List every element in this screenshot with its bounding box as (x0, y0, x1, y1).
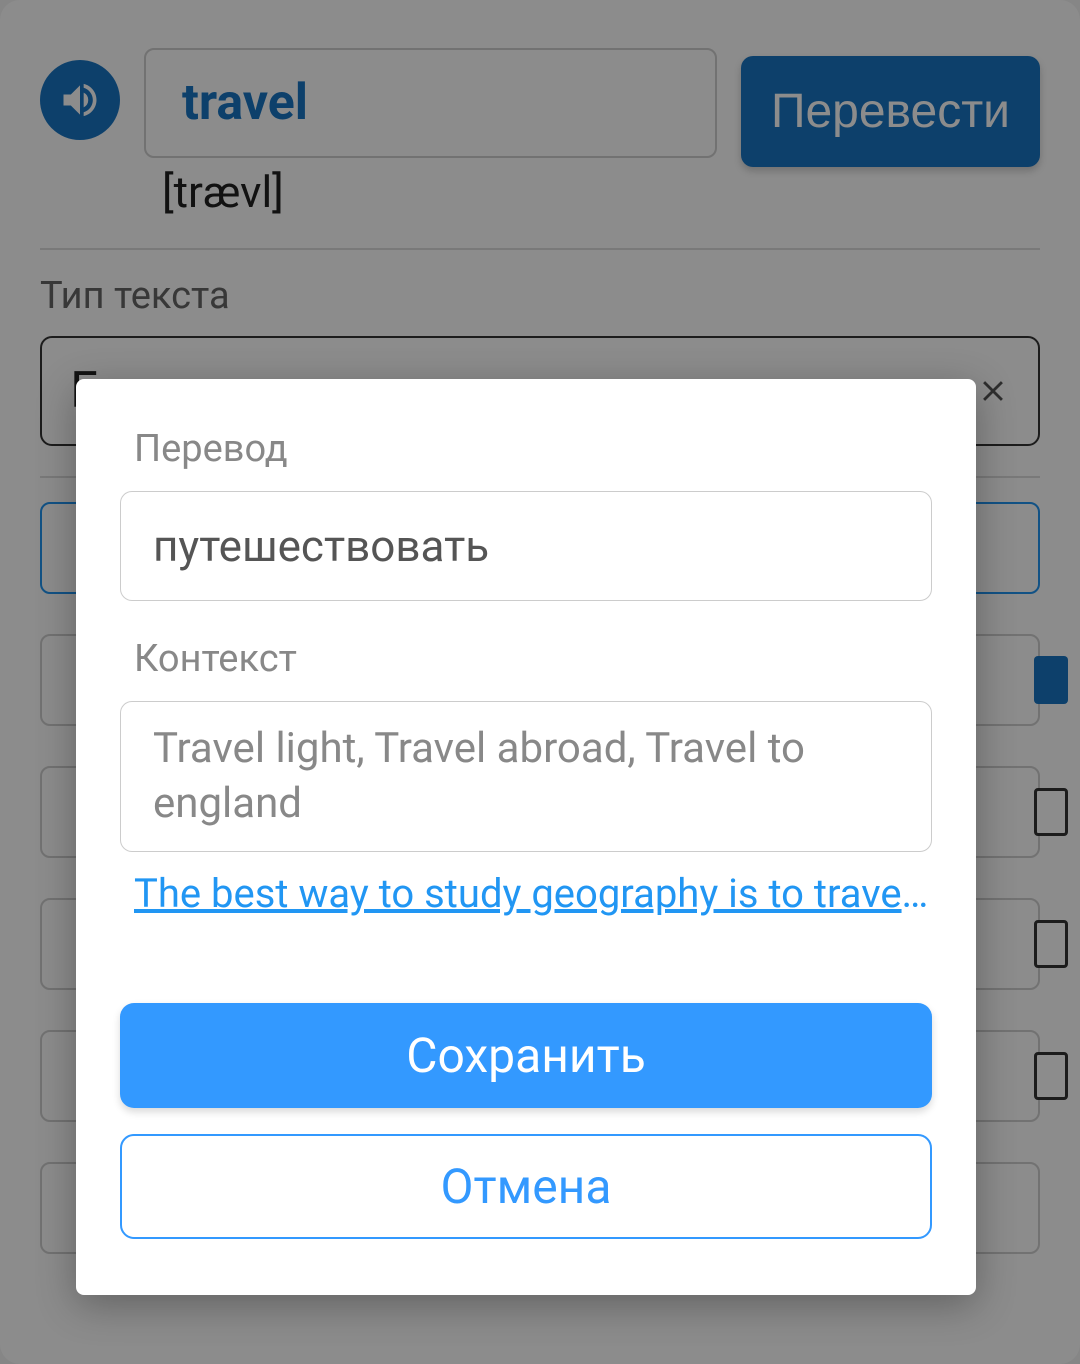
context-suggestion-link[interactable]: The best way to study geography is to tr… (120, 870, 932, 917)
save-button[interactable]: Сохранить (120, 1003, 932, 1108)
translation-label: Перевод (120, 427, 932, 471)
translation-input[interactable] (120, 491, 932, 601)
context-input[interactable] (120, 701, 932, 852)
cancel-button[interactable]: Отмена (120, 1134, 932, 1239)
edit-translation-modal: Перевод Контекст The best way to study g… (76, 379, 976, 1295)
context-label: Контекст (120, 637, 932, 681)
